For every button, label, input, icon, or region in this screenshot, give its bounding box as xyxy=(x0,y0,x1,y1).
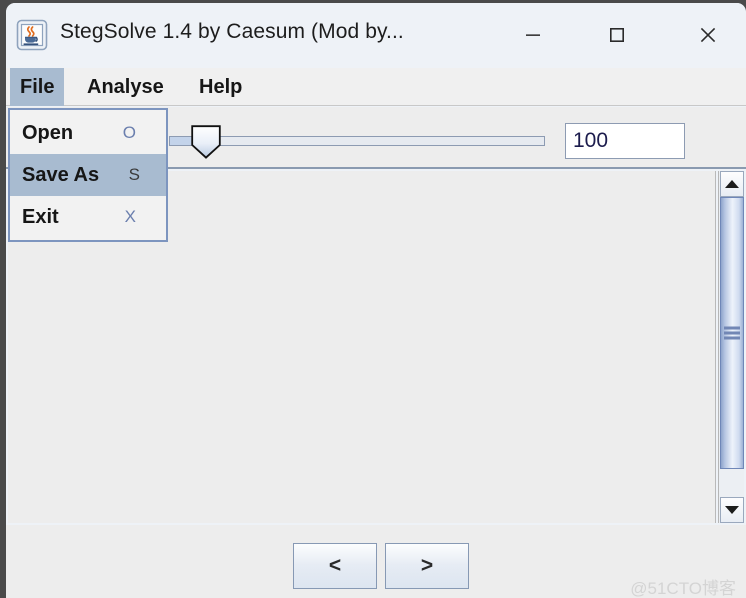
scroll-up-button[interactable] xyxy=(720,171,744,197)
menu-item-open-label: Open xyxy=(22,122,74,144)
image-slider[interactable] xyxy=(169,125,545,159)
watermark: @51CTO博客 xyxy=(630,579,736,598)
close-icon xyxy=(700,27,716,43)
minimize-icon xyxy=(526,34,540,36)
menu-bar: File Analyse Help xyxy=(6,68,746,106)
application-window: StegSolve 1.4 by Caesum (Mod by... File … xyxy=(6,3,746,598)
menu-item-exit-label: Exit xyxy=(22,206,59,228)
triangle-up-icon xyxy=(725,180,739,188)
maximize-icon xyxy=(609,27,624,42)
previous-button[interactable]: < xyxy=(293,543,377,589)
maximize-button[interactable] xyxy=(587,11,647,59)
java-coffee-cup-icon xyxy=(16,19,48,51)
menu-item-help[interactable]: Help xyxy=(189,68,252,106)
menu-item-open[interactable]: Open O xyxy=(10,112,166,154)
scrollbar-track[interactable] xyxy=(720,197,744,497)
menu-item-open-accelerator: O xyxy=(122,123,136,142)
window-title: StegSolve 1.4 by Caesum (Mod by... xyxy=(60,20,404,43)
scrollbar-thumb[interactable] xyxy=(720,197,744,469)
slider-track[interactable] xyxy=(169,136,545,146)
minimize-button[interactable] xyxy=(503,11,563,59)
file-menu-popup: Open O Save As S Exit X xyxy=(8,108,168,242)
menu-item-exit[interactable]: Exit X xyxy=(10,196,166,238)
menu-item-file[interactable]: File xyxy=(10,68,65,106)
vertical-scrollbar[interactable] xyxy=(718,171,744,523)
menu-item-analyse[interactable]: Analyse xyxy=(77,68,174,106)
scroll-down-button[interactable] xyxy=(720,497,744,523)
menu-item-save-as[interactable]: Save As S xyxy=(10,154,166,196)
grip-lines-icon xyxy=(724,326,740,340)
slider-thumb[interactable] xyxy=(191,125,221,159)
menu-item-save-as-accelerator: S xyxy=(128,165,140,184)
menu-item-exit-accelerator: X xyxy=(124,207,136,226)
title-bar: StegSolve 1.4 by Caesum (Mod by... xyxy=(6,3,746,68)
menu-item-save-as-label: Save As xyxy=(22,164,100,186)
next-button[interactable]: > xyxy=(385,543,469,589)
triangle-down-icon xyxy=(725,506,739,514)
close-button[interactable] xyxy=(678,11,738,59)
slider-value-input[interactable] xyxy=(565,123,685,159)
